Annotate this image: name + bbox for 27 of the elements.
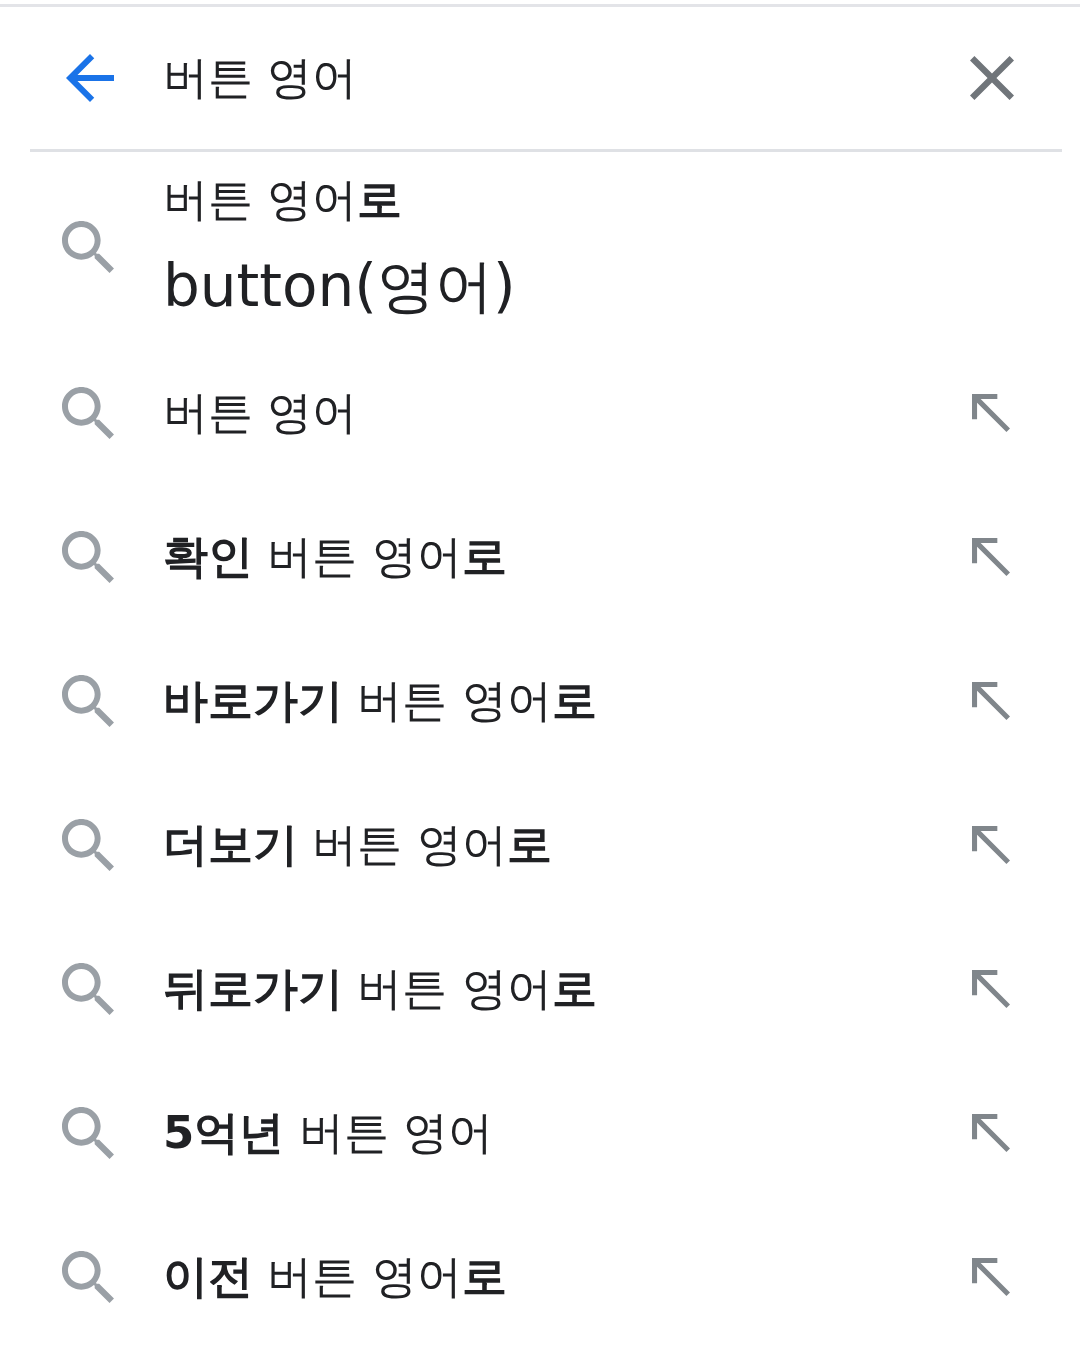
search-icon [62,220,114,273]
suggestion-text[interactable]: 더보기 버튼 영어로 [163,815,552,875]
search-icon [62,819,114,871]
arrow-up-left-icon[interactable] [972,970,1010,1008]
search-icon [62,387,114,439]
search-icon [62,531,114,583]
back-arrow-icon[interactable] [66,54,114,102]
suggestion-text[interactable]: 뒤로가기 버튼 영어로 [163,959,597,1019]
suggestion-text[interactable]: 이전 버튼 영어로 [163,1247,507,1307]
arrow-up-left-icon[interactable] [972,826,1010,864]
search-icon [62,1107,114,1159]
suggestion-text[interactable]: 버튼 영어로 [163,169,403,230]
arrow-up-left-icon[interactable] [972,394,1010,432]
arrow-up-left-icon[interactable] [972,1258,1010,1296]
arrow-up-left-icon[interactable] [972,1114,1010,1152]
suggestion-text[interactable]: 버튼 영어 [163,383,358,443]
suggestion-text[interactable]: 5억년 버튼 영어 [163,1103,493,1163]
search-icon [62,1251,114,1303]
arrow-up-left-icon[interactable] [972,682,1010,720]
suggestion-text[interactable]: 바로가기 버튼 영어로 [163,671,597,731]
search-field[interactable]: 버튼 영어 [163,48,970,108]
suggestion-text[interactable]: 확인 버튼 영어로 [163,527,507,587]
arrow-up-left-icon[interactable] [972,538,1010,576]
search-icon [62,963,114,1015]
search-icon [62,675,114,727]
answer-text: button(영어) [163,250,516,322]
close-icon[interactable] [970,56,1014,100]
